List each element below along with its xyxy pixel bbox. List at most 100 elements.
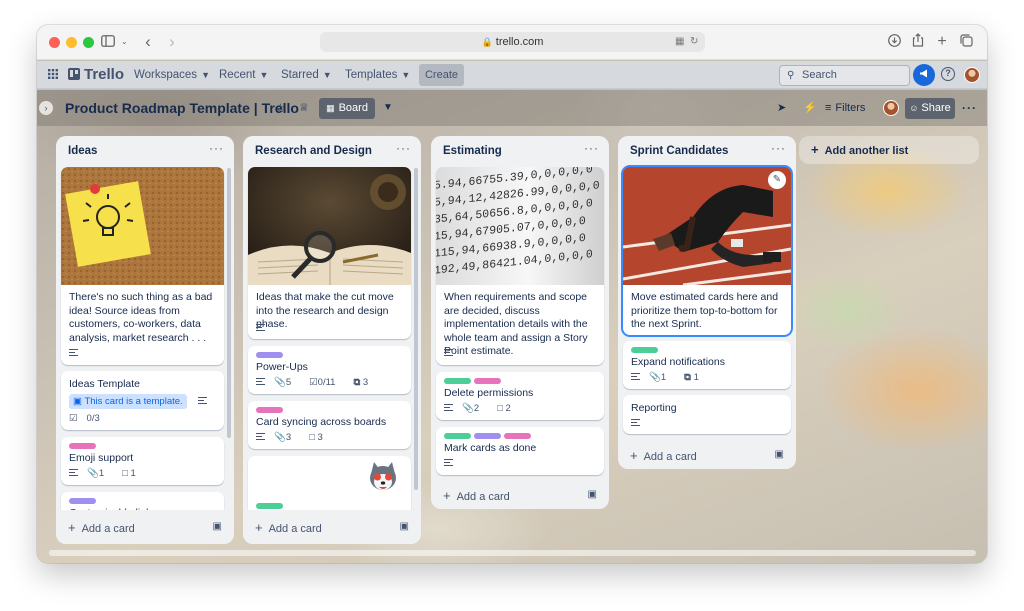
list-title[interactable]: Estimating bbox=[443, 145, 502, 157]
trello-logo[interactable]: Trello bbox=[68, 61, 124, 89]
nav-starred-label: Starred bbox=[281, 69, 319, 81]
card-badges: 📎1 ⧉ 1 bbox=[631, 372, 717, 383]
nav-starred[interactable]: Starred ▼ bbox=[281, 61, 332, 89]
browser-window: ⌄ ‹ › 🔒 trello.com ▦ ↻ + Trello Workspace… bbox=[37, 25, 987, 563]
list-scrollbar[interactable] bbox=[414, 168, 418, 490]
share-sheet-icon[interactable] bbox=[911, 33, 925, 51]
plus-icon: + bbox=[255, 520, 263, 535]
close-window-button[interactable] bbox=[49, 37, 60, 48]
create-from-template-icon[interactable]: ▣ bbox=[588, 489, 597, 500]
share-button[interactable]: ☺ Share bbox=[905, 98, 955, 119]
add-card-button[interactable]: + Add a card bbox=[630, 448, 697, 463]
chevron-down-icon: ▼ bbox=[401, 70, 411, 80]
attachment-count: 1 bbox=[98, 468, 105, 479]
card-title: Reporting bbox=[631, 402, 677, 414]
tab-overview-icon[interactable] bbox=[959, 33, 973, 51]
board-view-button[interactable]: ▦ Board bbox=[319, 98, 375, 119]
notifications-button[interactable] bbox=[913, 64, 935, 86]
back-icon[interactable]: ‹ bbox=[141, 33, 155, 51]
zoom-window-button[interactable] bbox=[83, 37, 94, 48]
user-avatar[interactable] bbox=[964, 67, 980, 83]
list-research-and-design: Research and Design ··· Ideas that make … bbox=[243, 136, 421, 544]
minimize-window-button[interactable] bbox=[66, 37, 77, 48]
nav-templates[interactable]: Templates ▼ bbox=[345, 61, 410, 89]
translate-icon[interactable]: ▦ bbox=[675, 32, 684, 52]
visibility-icon[interactable]: ♕ bbox=[299, 90, 309, 126]
card-sprint-cover[interactable]: ✎ Move estimated cards here and prioriti… bbox=[623, 167, 791, 335]
list-menu-icon[interactable]: ··· bbox=[209, 141, 224, 155]
card-badges: 📎1 □ 1 bbox=[69, 468, 154, 479]
create-button[interactable]: Create bbox=[419, 64, 464, 86]
card-delete-permissions[interactable]: Delete permissions 📎2 □ 2 bbox=[436, 372, 604, 420]
member-avatar[interactable] bbox=[883, 100, 899, 116]
nav-recent[interactable]: Recent ▼ bbox=[219, 61, 268, 89]
jira-icon: ⧉ 3 bbox=[353, 377, 369, 388]
card-label bbox=[504, 433, 531, 439]
list-scrollbar[interactable] bbox=[227, 168, 231, 438]
card-mark-cards-as-done[interactable]: Mark cards as done bbox=[436, 427, 604, 475]
filter-icon: ≡ bbox=[825, 102, 832, 114]
expand-sidebar-icon[interactable]: › bbox=[39, 101, 53, 115]
card-emoji-support[interactable]: Emoji support 📎1 □ 1 bbox=[61, 437, 224, 485]
card-reporting[interactable]: Reporting bbox=[623, 395, 791, 434]
board-menu-icon[interactable]: ··· bbox=[962, 90, 977, 126]
add-card-button[interactable]: + Add a card bbox=[68, 520, 135, 535]
card-ideas-cover[interactable]: There's no such thing as a bad idea! Sou… bbox=[61, 167, 224, 365]
filters-button[interactable]: ≡ Filters bbox=[825, 90, 865, 126]
chevron-down-icon[interactable]: ⌄ bbox=[121, 33, 128, 51]
list-menu-icon[interactable]: ··· bbox=[771, 141, 786, 155]
board-title[interactable]: Product Roadmap Template | Trello bbox=[65, 90, 299, 126]
card-title: Power-Ups bbox=[256, 361, 308, 373]
create-from-template-icon[interactable]: ▣ bbox=[213, 521, 222, 532]
card-research-cover[interactable]: Ideas that make the cut move into the re… bbox=[248, 167, 411, 339]
forward-icon[interactable]: › bbox=[165, 33, 179, 51]
new-tab-icon[interactable]: + bbox=[935, 33, 949, 51]
create-from-template-icon[interactable]: ▣ bbox=[775, 449, 784, 460]
template-badge-text: This card is a template. bbox=[84, 396, 183, 407]
checklist-icon: ☑0/11 bbox=[309, 377, 336, 388]
list-title[interactable]: Ideas bbox=[68, 145, 97, 157]
sidebar-toggle-icon[interactable] bbox=[100, 33, 116, 51]
nav-workspaces[interactable]: Workspaces ▼ bbox=[134, 61, 210, 89]
list-menu-icon[interactable]: ··· bbox=[584, 141, 599, 155]
card-expand-notifications[interactable]: Expand notifications 📎1 ⧉ 1 bbox=[623, 341, 791, 389]
chevron-down-icon[interactable]: ▼ bbox=[383, 90, 393, 126]
card-description: When requirements and scope are decided,… bbox=[444, 291, 588, 358]
description-icon bbox=[69, 469, 78, 476]
description-icon bbox=[256, 433, 265, 440]
card-badges: 📎2 □ 2 bbox=[444, 403, 529, 414]
card-badges bbox=[69, 348, 87, 359]
automation-icon[interactable]: ➤ bbox=[777, 90, 786, 126]
url-bar[interactable]: 🔒 trello.com ▦ ↻ bbox=[320, 32, 705, 52]
create-from-template-icon[interactable]: ▣ bbox=[400, 521, 409, 532]
add-card-button[interactable]: + Add a card bbox=[255, 520, 322, 535]
card-ideas-template[interactable]: Ideas Template ▣ This card is a template… bbox=[61, 371, 224, 430]
board-horizontal-scrollbar[interactable] bbox=[49, 550, 976, 556]
search-input[interactable]: ⚲ Search bbox=[779, 65, 910, 86]
card-estimating-cover[interactable]: 5.94,66755.39,0,0,0,0,0 5,94,12,42826.99… bbox=[436, 167, 604, 365]
card-power-ups[interactable]: Power-Ups 📎5 ☑0/11 ⧉ 3 bbox=[248, 346, 411, 394]
card-title: Card syncing across boards bbox=[256, 416, 387, 428]
star-icon[interactable]: ☆ bbox=[275, 90, 286, 126]
download-icon[interactable] bbox=[887, 33, 901, 51]
comment-count: 1 bbox=[130, 468, 136, 479]
app-switcher-icon[interactable] bbox=[48, 61, 58, 89]
card-card-syncing[interactable]: Card syncing across boards 📎3 □ 3 bbox=[248, 401, 411, 449]
card-mascot[interactable] bbox=[248, 456, 411, 516]
edit-card-icon[interactable]: ✎ bbox=[768, 171, 786, 189]
list-title[interactable]: Sprint Candidates bbox=[630, 145, 728, 157]
attachment-count: 1 bbox=[660, 372, 667, 383]
add-card-button[interactable]: + Add a card bbox=[443, 488, 510, 503]
numbers-image: 5.94,66755.39,0,0,0,0,0 5,94,12,42826.99… bbox=[436, 167, 604, 285]
add-list-button[interactable]: + Add another list bbox=[799, 136, 979, 164]
sprinter-image bbox=[623, 167, 791, 285]
list-title[interactable]: Research and Design bbox=[255, 145, 372, 157]
jira-icon: ⧉ 1 bbox=[684, 372, 699, 383]
power-ups-icon[interactable]: ⚡ bbox=[803, 90, 817, 126]
card-badges: 📎3 □ 3 bbox=[256, 432, 341, 443]
reload-icon[interactable]: ↻ bbox=[690, 32, 698, 52]
help-icon[interactable]: ? bbox=[941, 67, 955, 81]
corkboard-image bbox=[61, 167, 224, 285]
card-title: Expand notifications bbox=[631, 356, 725, 368]
list-menu-icon[interactable]: ··· bbox=[396, 141, 411, 155]
